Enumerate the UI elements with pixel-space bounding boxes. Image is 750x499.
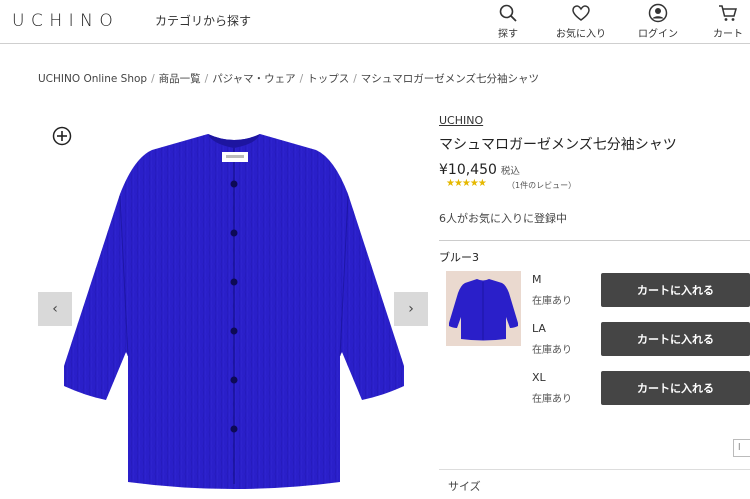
breadcrumb-pajamas[interactable]: パジャマ・ウェア <box>212 73 295 85</box>
price-value: ¥10,450 <box>439 162 497 178</box>
variant-stock: 在庫あり <box>532 296 572 307</box>
site-header: UCHINO カテゴリから探す 探す お気に入り ログイン カート <box>0 0 750 44</box>
review-count-link[interactable]: （1件のレビュー） <box>507 180 576 191</box>
favorites-nav-label: お気に入り <box>556 29 606 40</box>
product-price: ¥10,450 税込 <box>439 162 520 178</box>
breadcrumb: UCHINO Online Shop / 商品一覧 / パジャマ・ウェア / トップス / マシ… <box>38 71 539 86</box>
gallery-next-button[interactable]: › <box>394 292 428 326</box>
breadcrumb-separator: / <box>353 73 357 85</box>
add-to-cart-button-m[interactable]: カートに入れる <box>601 273 750 307</box>
variant-m: M 在庫あり <box>532 273 602 307</box>
cart-nav-button[interactable]: カート <box>698 3 750 40</box>
heart-icon <box>572 5 590 21</box>
cart-icon <box>719 5 737 21</box>
search-nav-button[interactable]: 探す <box>478 3 538 40</box>
brand-link[interactable]: UCHINO <box>439 114 483 127</box>
login-nav-button[interactable]: ログイン <box>628 3 688 40</box>
product-gallery: ‹ › <box>38 110 428 499</box>
variant-thumbnail[interactable] <box>446 271 521 346</box>
product-title: マシュマロガーゼメンズ七分袖シャツ <box>439 137 677 153</box>
breadcrumb-separator: / <box>204 73 209 85</box>
divider <box>439 469 750 470</box>
product-image[interactable] <box>58 124 410 499</box>
breadcrumb-separator: / <box>151 73 155 85</box>
variant-la: LA 在庫あり <box>532 322 602 356</box>
variant-xl: XL 在庫あり <box>532 371 602 405</box>
breadcrumb-separator: / <box>299 73 304 85</box>
size-section-toggle[interactable]: サイズ <box>448 478 481 494</box>
rating-stars: ★★★★★ <box>446 178 487 189</box>
side-option-box[interactable]: l <box>733 439 750 457</box>
favorites-nav-button[interactable]: お気に入り <box>551 3 611 40</box>
favorite-count: 6人がお気に入りに登録中 <box>439 212 567 225</box>
search-icon <box>499 4 517 22</box>
variant-size: XL <box>532 371 546 384</box>
site-logo[interactable]: UCHINO <box>12 11 119 31</box>
add-to-cart-button-xl[interactable]: カートに入れる <box>601 371 750 405</box>
divider <box>439 240 750 241</box>
breadcrumb-products[interactable]: 商品一覧 <box>159 73 201 85</box>
breadcrumb-tops[interactable]: トップス <box>307 73 349 85</box>
gallery-prev-button[interactable]: ‹ <box>38 292 72 326</box>
category-search-link[interactable]: カテゴリから探す <box>155 12 251 29</box>
variant-stock: 在庫あり <box>532 394 572 405</box>
add-to-cart-button-la[interactable]: カートに入れる <box>601 322 750 356</box>
color-name: ブルー3 <box>439 251 479 264</box>
variant-stock: 在庫あり <box>532 345 572 356</box>
breadcrumb-home[interactable]: UCHINO Online Shop <box>38 73 147 85</box>
tax-note: 税込 <box>500 166 520 177</box>
cart-nav-label: カート <box>713 29 743 40</box>
user-icon <box>648 3 668 23</box>
chevron-left-icon: ‹ <box>52 301 58 317</box>
variant-size: M <box>532 273 542 286</box>
zoom-icon[interactable] <box>52 126 72 146</box>
variant-size: LA <box>532 322 546 335</box>
breadcrumb-current: マシュマロガーゼメンズ七分袖シャツ <box>360 73 540 85</box>
search-nav-label: 探す <box>498 29 518 40</box>
login-nav-label: ログイン <box>638 29 678 40</box>
chevron-right-icon: › <box>408 301 414 317</box>
